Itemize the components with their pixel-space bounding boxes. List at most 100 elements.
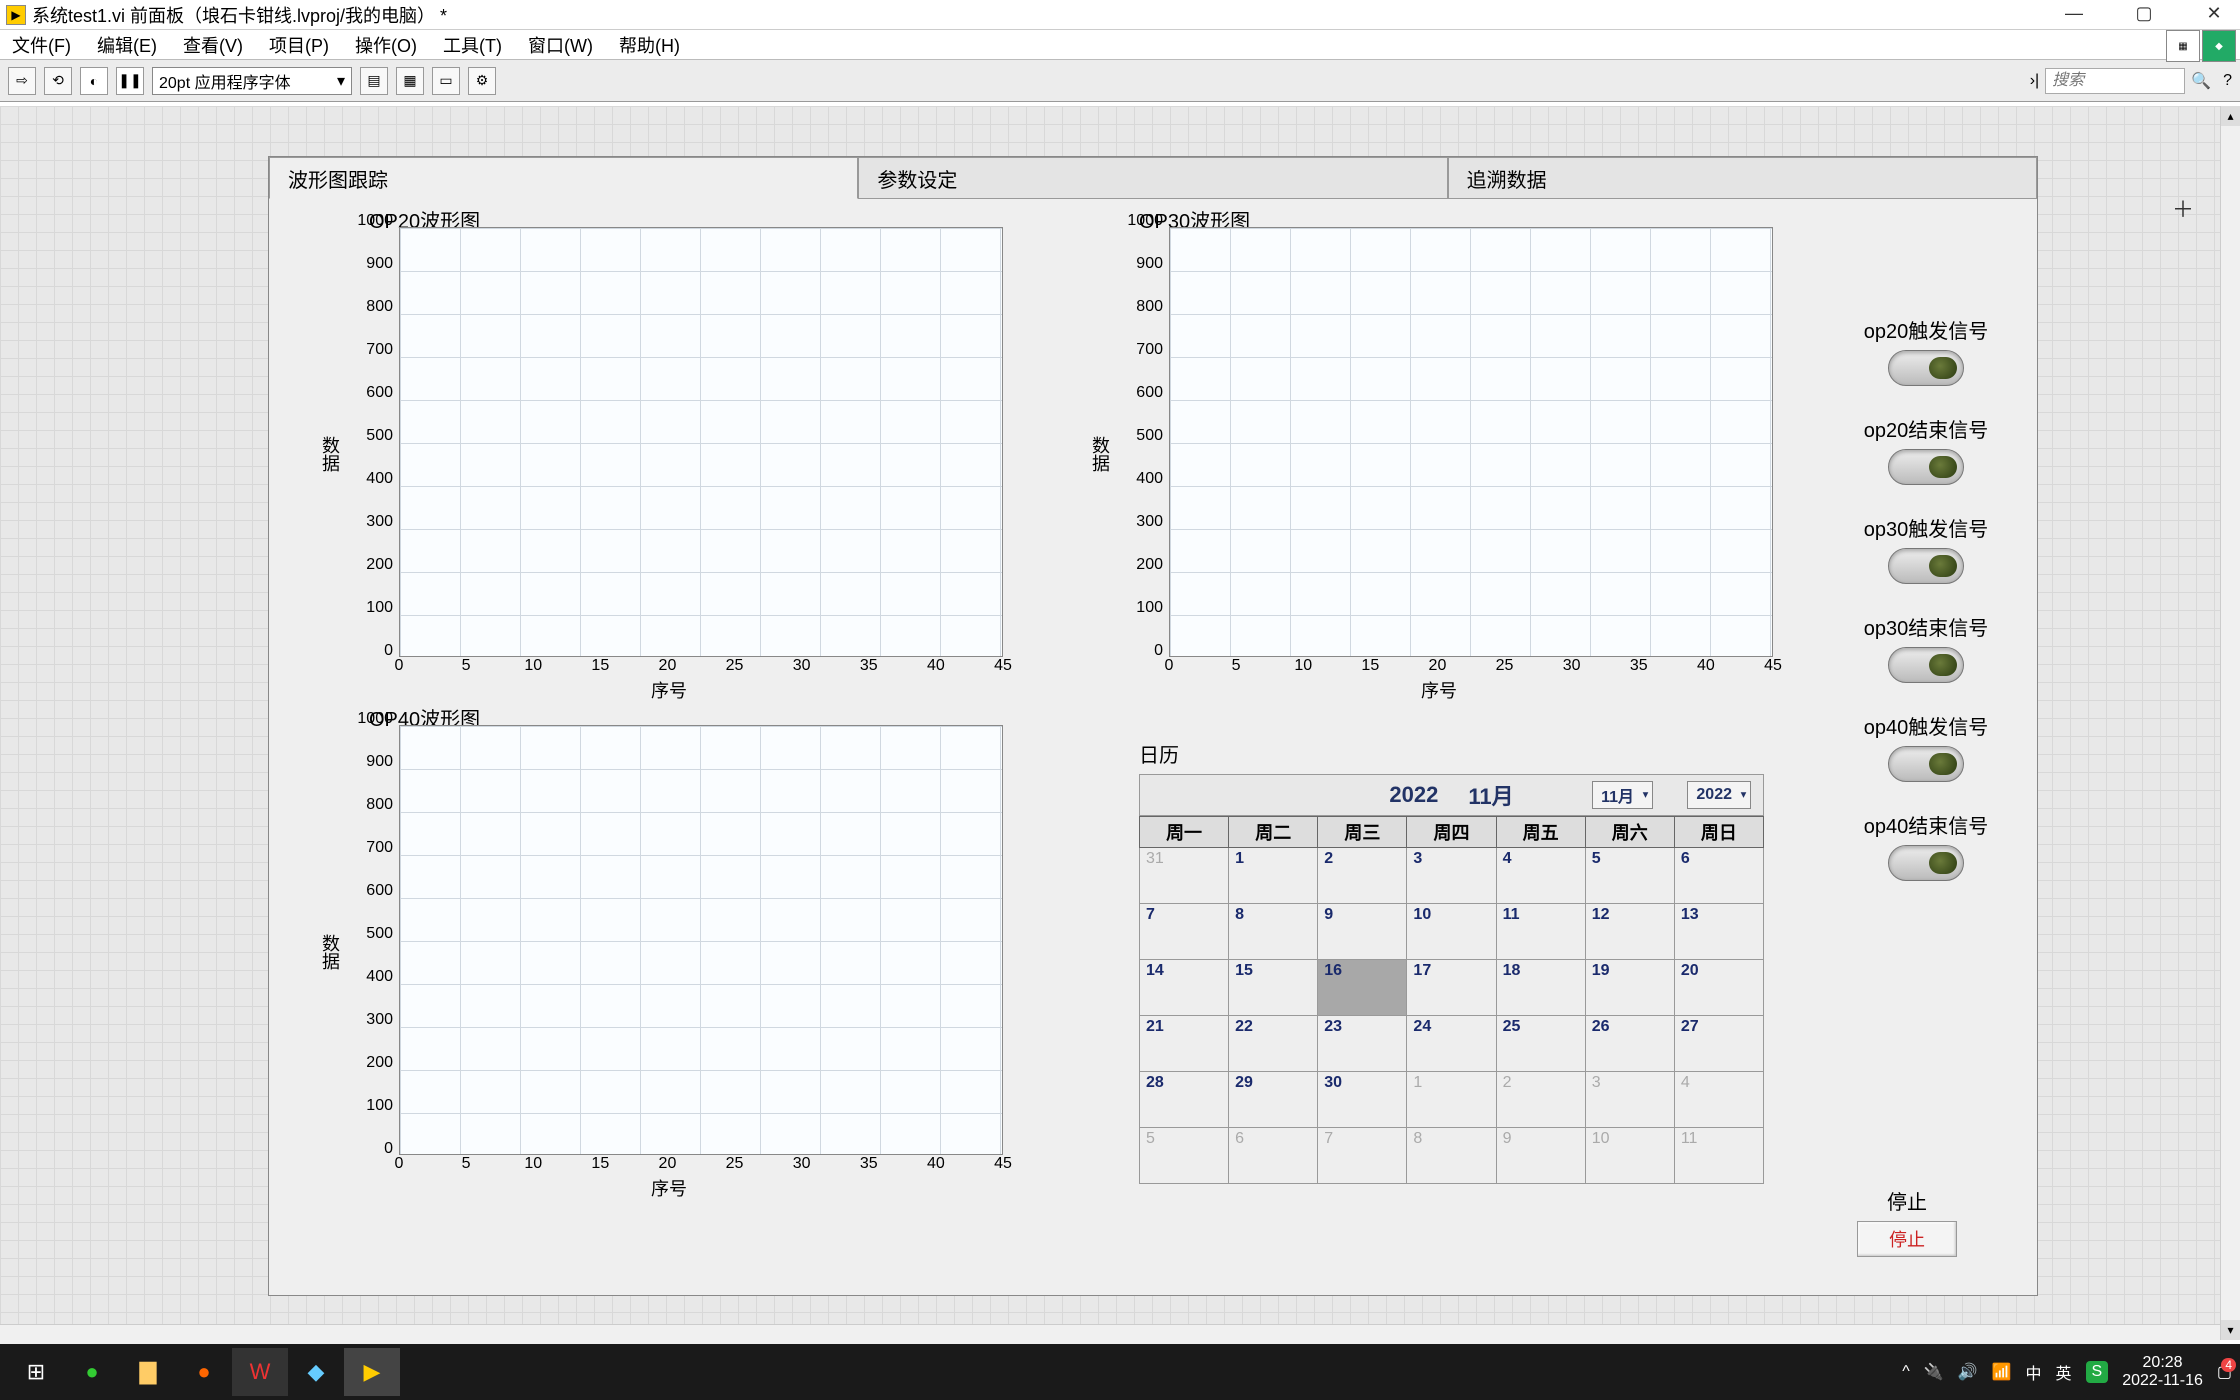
led-indicator [1888,350,1964,386]
tray-wifi-icon[interactable]: 📶 [1992,1362,2012,1382]
calendar-day[interactable]: 13 [1674,904,1763,960]
led-indicator [1888,647,1964,683]
front-panel-canvas[interactable]: ＋ 波形图跟踪 参数设定 追溯数据 OP20波形图 数据 01002003004… [0,106,2220,1340]
vi-icon[interactable]: ◆ [2202,30,2236,62]
calendar-day[interactable]: 6 [1229,1128,1318,1184]
calendar-day[interactable]: 10 [1407,904,1496,960]
calendar-day[interactable]: 30 [1318,1072,1407,1128]
plot-area[interactable] [399,725,1003,1155]
calendar-day[interactable]: 6 [1674,848,1763,904]
font-selector[interactable]: 20pt 应用程序字体▾ [152,67,352,95]
tray-usb-icon[interactable]: 🔌 [1924,1362,1944,1382]
calendar-day[interactable]: 28 [1140,1072,1229,1128]
calendar-day[interactable]: 4 [1496,848,1585,904]
resize-button[interactable]: ▭ [432,67,460,95]
calendar-day[interactable]: 9 [1496,1128,1585,1184]
task-wps[interactable]: W [232,1348,288,1396]
menu-view[interactable]: 查看(V) [179,30,247,60]
tray-ime-lang[interactable]: 英 [2056,1360,2072,1384]
align-button[interactable]: ▤ [360,67,388,95]
menu-window[interactable]: 窗口(W) [524,30,597,60]
start-button[interactable]: ⊞ [8,1348,64,1396]
calendar-day[interactable]: 7 [1140,904,1229,960]
run-button[interactable]: ⇨ [8,67,36,95]
menu-help[interactable]: 帮助(H) [615,30,684,60]
task-explorer[interactable]: ▇ [120,1348,176,1396]
calendar-day[interactable]: 17 [1407,960,1496,1016]
calendar-day[interactable]: 3 [1407,848,1496,904]
task-labview[interactable]: ▶ [344,1348,400,1396]
menu-tools[interactable]: 工具(T) [439,30,506,60]
maximize-button[interactable]: ▢ [2124,3,2164,27]
calendar-day[interactable]: 1 [1407,1072,1496,1128]
task-app1[interactable]: ◆ [288,1348,344,1396]
calendar-day[interactable]: 8 [1407,1128,1496,1184]
tray-chevron-icon[interactable]: ^ [1902,1363,1910,1381]
plot-area[interactable] [1169,227,1773,657]
close-button[interactable]: ✕ [2194,3,2234,27]
calendar-day[interactable]: 27 [1674,1016,1763,1072]
calendar-day[interactable]: 4 [1674,1072,1763,1128]
title-bar: ▶ 系统test1.vi 前面板（埌石卡钳线.lvproj/我的电脑） * — … [0,0,2240,30]
calendar-day[interactable]: 7 [1318,1128,1407,1184]
tray-ime-mode[interactable]: 中 [2026,1360,2042,1384]
task-firefox[interactable]: ● [176,1348,232,1396]
scroll-down-icon[interactable]: ▾ [2221,1320,2240,1340]
vertical-scrollbar[interactable]: ▴ ▾ [2220,106,2240,1340]
minimize-button[interactable]: — [2054,3,2094,27]
tray-clock[interactable]: 20:28 2022-11-16 [2122,1354,2203,1390]
year-select[interactable]: 2022▾ [1687,781,1751,809]
calendar-day[interactable]: 16 [1318,960,1407,1016]
calendar-day[interactable]: 10 [1585,1128,1674,1184]
pause-button[interactable]: ❚❚ [116,67,144,95]
month-select[interactable]: 11月▾ [1592,781,1653,809]
calendar-day[interactable]: 31 [1140,848,1229,904]
tray-volume-icon[interactable]: 🔊 [1958,1362,1978,1382]
task-wechat[interactable]: ● [64,1348,120,1396]
menu-project[interactable]: 项目(P) [265,30,333,60]
calendar-day[interactable]: 22 [1229,1016,1318,1072]
calendar-day[interactable]: 5 [1140,1128,1229,1184]
calendar-day[interactable]: 15 [1229,960,1318,1016]
tab-trace[interactable]: 追溯数据 [1448,157,2037,199]
search-icon[interactable]: 🔍 [2191,71,2211,91]
run-continuous-button[interactable]: ⟲ [44,67,72,95]
distribute-button[interactable]: ▦ [396,67,424,95]
calendar-day[interactable]: 3 [1585,1072,1674,1128]
tray-sogou-icon[interactable]: S [2086,1361,2109,1383]
calendar-day[interactable]: 11 [1674,1128,1763,1184]
calendar-day[interactable]: 9 [1318,904,1407,960]
menu-operate[interactable]: 操作(O) [351,30,421,60]
reorder-button[interactable]: ⚙ [468,67,496,95]
tab-waveform[interactable]: 波形图跟踪 [269,157,858,199]
grid-icon[interactable]: ▦ [2166,30,2200,62]
calendar-day[interactable]: 24 [1407,1016,1496,1072]
calendar-day[interactable]: 14 [1140,960,1229,1016]
calendar-day[interactable]: 29 [1229,1072,1318,1128]
menu-file[interactable]: 文件(F) [8,30,75,60]
search-input[interactable] [2045,68,2185,94]
calendar-day[interactable]: 12 [1585,904,1674,960]
menu-edit[interactable]: 编辑(E) [93,30,161,60]
calendar-day[interactable]: 5 [1585,848,1674,904]
calendar-day[interactable]: 25 [1496,1016,1585,1072]
calendar-day[interactable]: 2 [1496,1072,1585,1128]
calendar-day[interactable]: 23 [1318,1016,1407,1072]
calendar-day[interactable]: 1 [1229,848,1318,904]
abort-button[interactable]: ◐ [80,67,108,95]
calendar-day[interactable]: 21 [1140,1016,1229,1072]
tray-notifications[interactable]: ▢4 [2217,1362,2232,1382]
calendar-day[interactable]: 19 [1585,960,1674,1016]
help-icon[interactable]: ? [2223,72,2232,90]
calendar-day[interactable]: 8 [1229,904,1318,960]
calendar-day[interactable]: 26 [1585,1016,1674,1072]
scroll-up-icon[interactable]: ▴ [2221,106,2240,126]
calendar-day[interactable]: 11 [1496,904,1585,960]
plot-area[interactable] [399,227,1003,657]
calendar-day[interactable]: 20 [1674,960,1763,1016]
horizontal-scrollbar[interactable] [0,1324,2220,1344]
tab-params[interactable]: 参数设定 [858,157,1447,199]
calendar-day[interactable]: 2 [1318,848,1407,904]
calendar-day[interactable]: 18 [1496,960,1585,1016]
stop-button[interactable]: 停止 [1857,1221,1957,1257]
